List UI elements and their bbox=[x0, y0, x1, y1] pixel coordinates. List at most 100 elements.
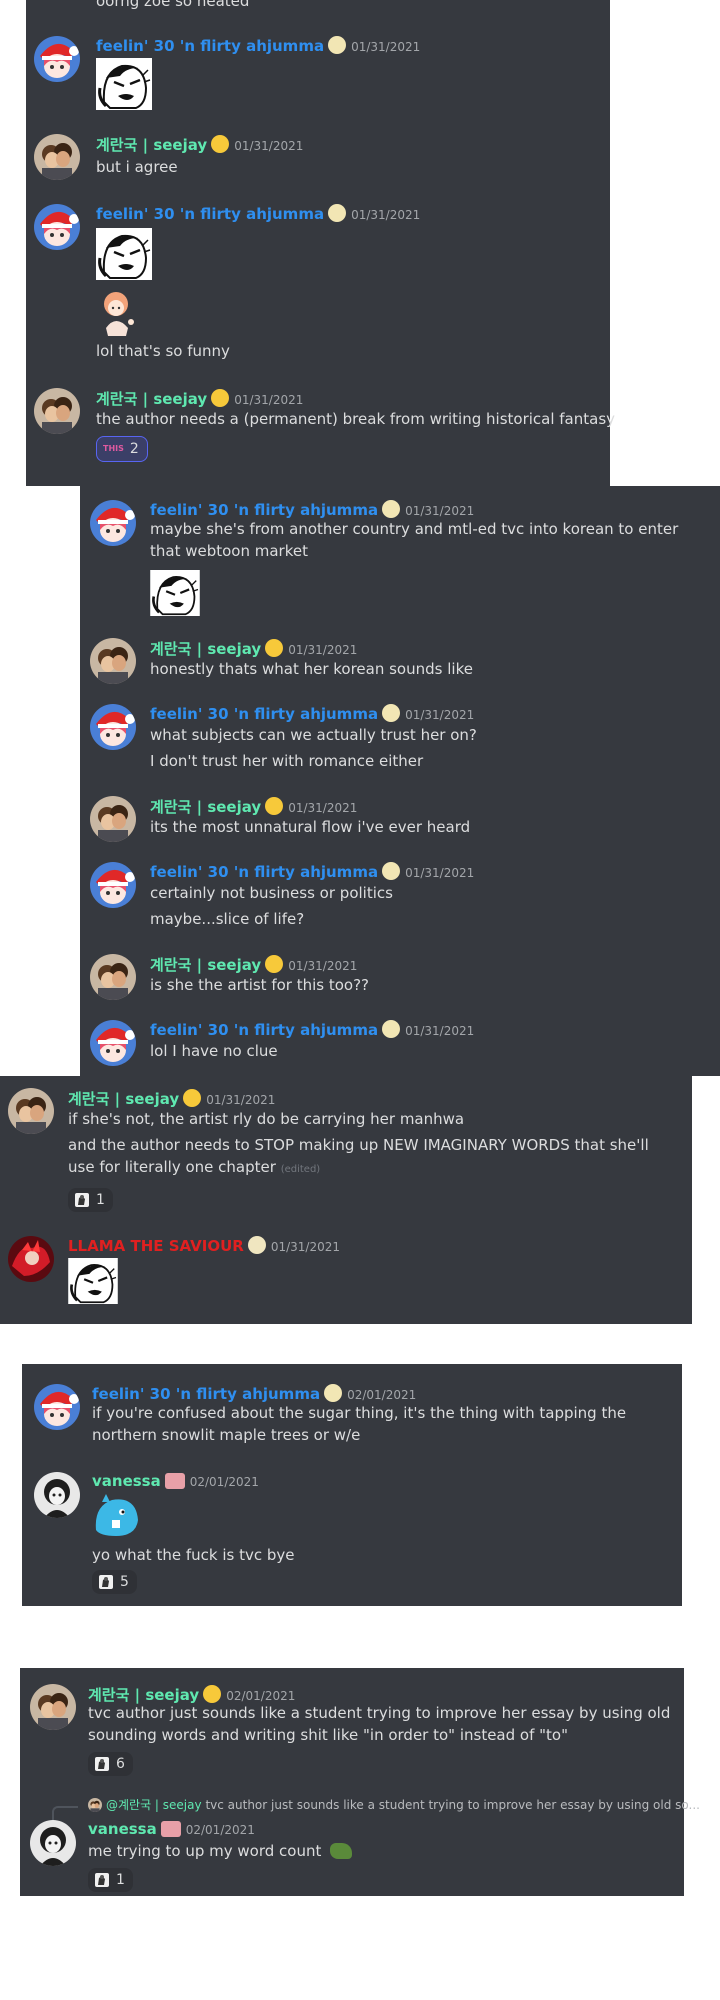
username[interactable]: vanessa bbox=[92, 1472, 161, 1490]
message-header: 계란국 | seejay 01/31/2021 bbox=[96, 388, 303, 409]
badge-icon bbox=[164, 1473, 185, 1489]
avatar[interactable] bbox=[34, 204, 80, 250]
timestamp: 01/31/2021 bbox=[288, 643, 358, 657]
message-text: maybe...slice of life? bbox=[150, 910, 305, 928]
avatar[interactable] bbox=[30, 1684, 76, 1730]
avatar[interactable] bbox=[30, 1820, 76, 1866]
username[interactable]: 계란국 | seejay bbox=[150, 956, 261, 974]
username[interactable]: 계란국 | seejay bbox=[150, 798, 261, 816]
sticker-image bbox=[92, 1494, 140, 1538]
chat-panel-1: oorng zoe so heated feelin' 30 'n flirty… bbox=[26, 0, 615, 486]
avatar[interactable] bbox=[90, 500, 136, 546]
avatar[interactable] bbox=[90, 638, 136, 684]
reaction-count: 1 bbox=[96, 1192, 105, 1208]
avatar[interactable] bbox=[34, 1384, 80, 1430]
badge-icon bbox=[160, 1821, 181, 1837]
badge-icon bbox=[328, 204, 347, 222]
username[interactable]: 계란국 | seejay bbox=[96, 390, 207, 408]
message-text: certainly not business or politics bbox=[150, 884, 393, 902]
badge-icon bbox=[382, 1020, 401, 1038]
sticker-image bbox=[96, 228, 152, 280]
reaction-emoji-icon bbox=[94, 1872, 110, 1888]
reply-mention[interactable]: @계란국 | seejay bbox=[106, 1798, 202, 1812]
message-header: 계란국 | seejay 01/31/2021 bbox=[96, 134, 303, 155]
message-text: its the most unnatural flow i've ever he… bbox=[150, 818, 471, 836]
avatar[interactable] bbox=[34, 134, 80, 180]
message-text: is she the artist for this too?? bbox=[150, 976, 370, 994]
reaction-emoji-icon bbox=[94, 1756, 110, 1772]
message-text-body: and the author needs to STOP making up N… bbox=[68, 1136, 649, 1176]
message-text: the author needs a (permanent) break fro… bbox=[96, 410, 616, 428]
username[interactable]: feelin' 30 'n flirty ahjumma bbox=[96, 205, 324, 223]
username[interactable]: feelin' 30 'n flirty ahjumma bbox=[150, 705, 378, 723]
username[interactable]: feelin' 30 'n flirty ahjumma bbox=[150, 1021, 378, 1039]
username[interactable]: feelin' 30 'n flirty ahjumma bbox=[150, 863, 378, 881]
reaction-button[interactable]: 1 bbox=[88, 1868, 133, 1892]
timestamp: 01/31/2021 bbox=[288, 801, 358, 815]
reaction-emoji-icon bbox=[74, 1192, 90, 1208]
avatar[interactable] bbox=[8, 1088, 54, 1134]
reaction-count: 1 bbox=[116, 1872, 125, 1888]
reaction-button[interactable]: 6 bbox=[88, 1752, 133, 1776]
badge-icon bbox=[211, 135, 230, 153]
message-text: if you're confused about the sugar thing… bbox=[92, 1404, 627, 1444]
username[interactable]: feelin' 30 'n flirty ahjumma bbox=[150, 501, 378, 519]
message-header: vanessa 02/01/2021 bbox=[92, 1472, 259, 1490]
username[interactable]: 계란국 | seejay bbox=[96, 136, 207, 154]
username[interactable]: LLAMA THE SAVIOUR bbox=[68, 1237, 244, 1255]
avatar[interactable] bbox=[34, 36, 80, 82]
username[interactable]: feelin' 30 'n flirty ahjumma bbox=[92, 1385, 320, 1403]
message-text-body: me trying to up my word count bbox=[88, 1842, 322, 1860]
badge-icon bbox=[324, 1384, 343, 1402]
timestamp: 02/01/2021 bbox=[347, 1388, 417, 1402]
avatar[interactable] bbox=[90, 862, 136, 908]
message-header: feelin' 30 'n flirty ahjumma 01/31/2021 bbox=[150, 1020, 474, 1039]
timestamp: 02/01/2021 bbox=[185, 1823, 255, 1837]
badge-icon bbox=[382, 862, 401, 880]
crocodile-emoji-icon bbox=[330, 1843, 353, 1859]
avatar[interactable] bbox=[34, 1472, 80, 1518]
message-header: 계란국 | seejay 01/31/2021 bbox=[150, 796, 357, 817]
badge-icon bbox=[265, 639, 284, 657]
sticker-image bbox=[68, 1258, 118, 1304]
avatar[interactable] bbox=[90, 704, 136, 750]
message-text: tvc author just sounds like a student tr… bbox=[88, 1704, 671, 1744]
message-header: feelin' 30 'n flirty ahjumma 01/31/2021 bbox=[150, 862, 474, 881]
timestamp: 01/31/2021 bbox=[206, 1093, 276, 1107]
reaction-count: 6 bbox=[116, 1756, 125, 1772]
message-header: feelin' 30 'n flirty ahjumma 01/31/2021 bbox=[96, 204, 420, 223]
badge-icon bbox=[382, 500, 401, 518]
avatar[interactable] bbox=[90, 796, 136, 842]
reaction-button[interactable]: 5 bbox=[92, 1570, 137, 1594]
username[interactable]: 계란국 | seejay bbox=[150, 640, 261, 658]
timestamp: 01/31/2021 bbox=[288, 959, 358, 973]
avatar[interactable] bbox=[90, 954, 136, 1000]
message-text: lol that's so funny bbox=[96, 342, 230, 360]
message-header: 계란국 | seejay 01/31/2021 bbox=[68, 1088, 275, 1109]
message-header: feelin' 30 'n flirty ahjumma 01/31/2021 bbox=[96, 36, 420, 55]
badge-icon bbox=[328, 36, 347, 54]
avatar[interactable] bbox=[90, 1020, 136, 1066]
message-text: oorng zoe so heated bbox=[96, 0, 250, 10]
reply-preview: @계란국 | seejay tvc author just sounds lik… bbox=[106, 1796, 700, 1813]
username[interactable]: 계란국 | seejay bbox=[68, 1090, 179, 1108]
sticker-image bbox=[96, 288, 140, 336]
reply-avatar bbox=[88, 1798, 102, 1812]
badge-icon bbox=[247, 1236, 266, 1254]
chat-panel-4: feelin' 30 'n flirty ahjumma 02/01/2021 i… bbox=[22, 1364, 682, 1606]
badge-icon bbox=[265, 797, 284, 815]
timestamp: 01/31/2021 bbox=[351, 40, 421, 54]
avatar[interactable] bbox=[8, 1236, 54, 1282]
badge-icon bbox=[203, 1685, 222, 1703]
edited-label: (edited) bbox=[280, 1164, 321, 1175]
username[interactable]: vanessa bbox=[88, 1820, 157, 1838]
reaction-count: 2 bbox=[129, 441, 139, 457]
username[interactable]: feelin' 30 'n flirty ahjumma bbox=[96, 37, 324, 55]
reaction-button[interactable]: THIS 2 bbox=[96, 436, 148, 462]
badge-icon bbox=[211, 389, 230, 407]
reply-text: tvc author just sounds like a student tr… bbox=[205, 1798, 700, 1812]
chat-panel-5: 계란국 | seejay 02/01/2021 tvc author just s… bbox=[20, 1668, 700, 1896]
reply-connector bbox=[52, 1806, 78, 1820]
reaction-button[interactable]: 1 bbox=[68, 1188, 113, 1212]
avatar[interactable] bbox=[34, 388, 80, 434]
